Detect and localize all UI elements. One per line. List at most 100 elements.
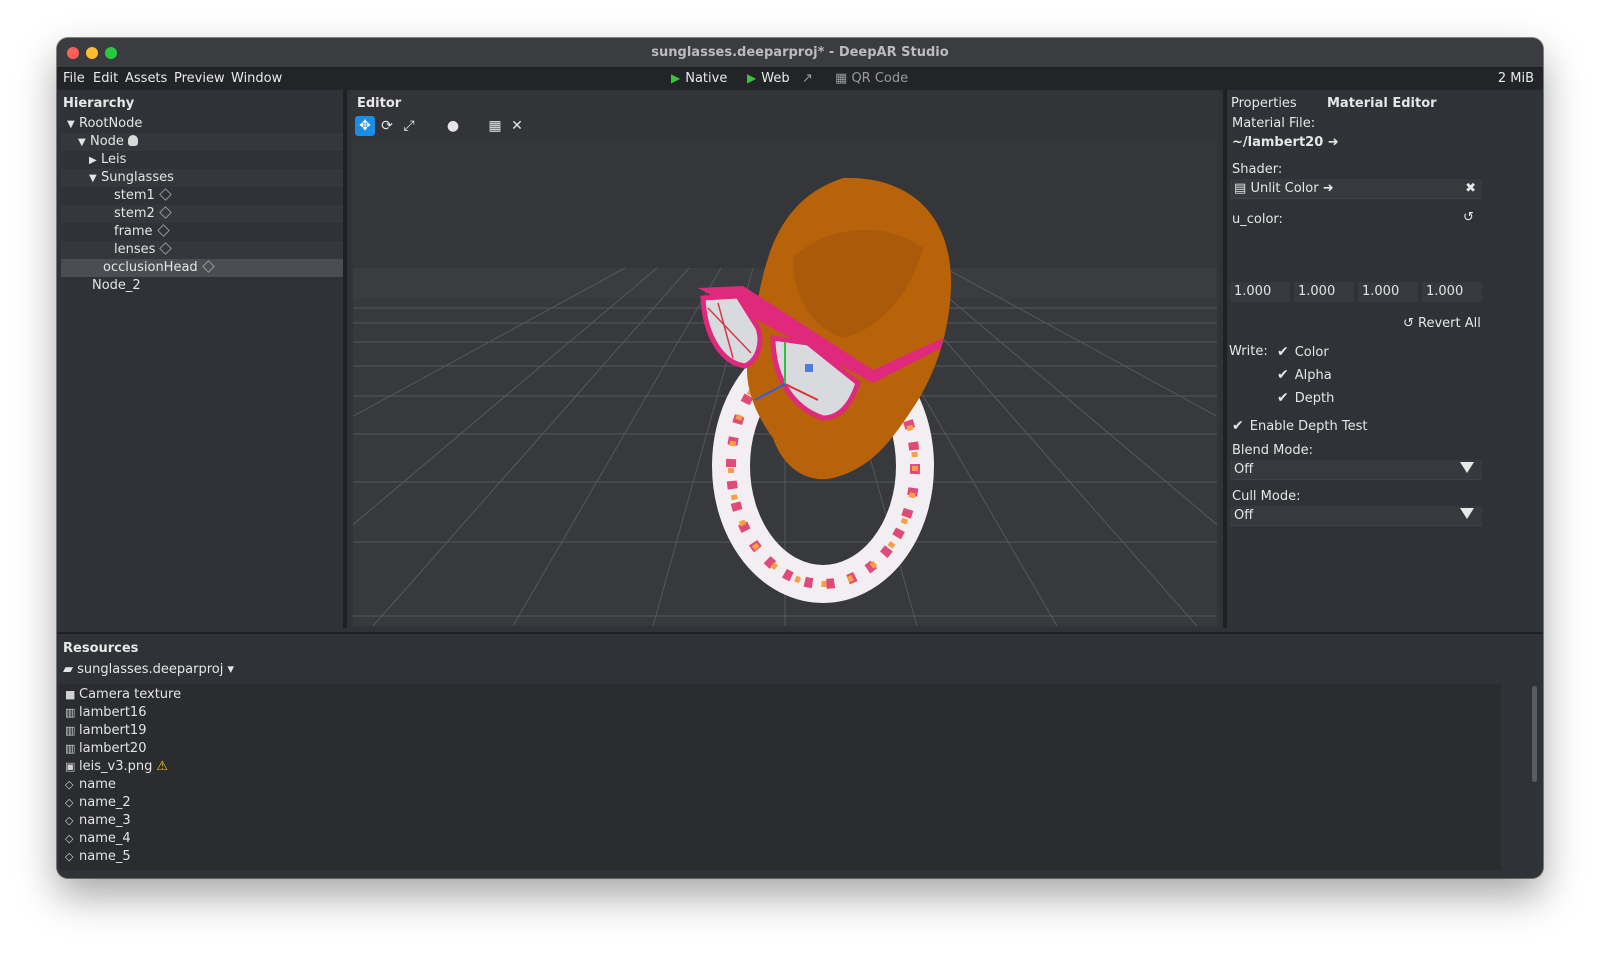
move-tool-icon[interactable]: ✥ xyxy=(355,116,375,136)
write-color-checkbox[interactable]: ✔ Color xyxy=(1277,344,1329,360)
mesh-icon: ◇ xyxy=(65,832,74,845)
resource-item[interactable]: ▥ lambert16 xyxy=(65,704,146,722)
run-web-button[interactable]: ▶ Web xyxy=(747,71,790,86)
resource-item[interactable]: ◇ name_4 xyxy=(65,830,131,848)
menu-preview[interactable]: Preview xyxy=(174,71,225,86)
camera-icon: ■ xyxy=(65,688,76,701)
resource-item[interactable]: ■ Camera texture xyxy=(65,686,181,704)
material-icon: ▥ xyxy=(65,706,76,719)
tree-item-rootnode[interactable]: ▼ RootNode xyxy=(61,115,343,133)
checkmark-icon: ✔ xyxy=(1277,367,1289,383)
tab-properties[interactable]: Properties xyxy=(1231,96,1297,111)
tree-item-stem1[interactable]: stem1 xyxy=(61,187,343,205)
caret-down-icon[interactable]: ▼ xyxy=(78,134,90,152)
u-color-label: u_color: xyxy=(1232,212,1283,227)
resources-list[interactable]: ■ Camera texture ▥ lambert16 ▥ lambert19 ▥ l… xyxy=(59,684,1501,870)
tree-item-lenses[interactable]: lenses xyxy=(61,241,343,259)
menu-assets[interactable]: Assets xyxy=(125,71,167,86)
u-color-r-field[interactable]: 1.000 xyxy=(1230,282,1290,302)
grid-icon[interactable]: ▦ xyxy=(485,116,505,136)
menu-window[interactable]: Window xyxy=(231,71,282,86)
caret-down-icon[interactable]: ▼ xyxy=(89,170,101,188)
warning-icon: ⚠ xyxy=(156,759,168,774)
tree-item-node[interactable]: ▼ Node xyxy=(61,133,343,151)
mesh-icon xyxy=(159,188,172,201)
dropdown-arrow-icon xyxy=(1460,508,1474,519)
tree-item-leis[interactable]: ▶ Leis xyxy=(61,151,343,169)
shader-field[interactable]: ▤ Unlit Color ➜ ✖ xyxy=(1230,179,1482,199)
menu-file[interactable]: File xyxy=(63,71,85,86)
resource-item[interactable]: ◇ name xyxy=(65,776,116,794)
play-icon: ▶ xyxy=(671,71,681,85)
editor-title: Editor xyxy=(357,96,402,111)
resource-item[interactable]: ▣ leis_v3.png ⚠ xyxy=(65,758,168,776)
mesh-icon xyxy=(201,260,215,273)
tree-item-occlusionhead[interactable]: occlusionHead xyxy=(61,259,343,277)
folder-open-icon: ▰ xyxy=(63,662,73,677)
scale-tool-icon[interactable]: ⤢ xyxy=(399,116,419,136)
memory-usage: 2 MiB xyxy=(1497,71,1534,86)
menu-edit[interactable]: Edit xyxy=(93,71,118,86)
material-file-link[interactable]: ~/lambert20 ➜ xyxy=(1232,135,1339,150)
globe-icon[interactable]: ● xyxy=(443,116,463,136)
title-bar: sunglasses.deeparproj* - DeepAR Studio xyxy=(57,38,1543,68)
run-native-button[interactable]: ▶ Native xyxy=(671,71,727,86)
menu-bar: File Edit Assets Preview Window ▶ Native … xyxy=(57,68,1543,90)
checkmark-icon: ✔ xyxy=(1232,418,1244,434)
caret-right-icon[interactable]: ▶ xyxy=(89,152,101,170)
resource-item[interactable]: ▥ lambert19 xyxy=(65,722,146,740)
undo-icon: ↺ xyxy=(1403,316,1414,331)
resource-item[interactable]: ◇ name_5 xyxy=(65,848,131,866)
3d-viewport[interactable] xyxy=(353,138,1217,626)
enable-depth-test-checkbox[interactable]: ✔ Enable Depth Test xyxy=(1232,418,1367,434)
u-color-b-field[interactable]: 1.000 xyxy=(1358,282,1418,302)
clear-shader-icon[interactable]: ✖ xyxy=(1465,179,1476,199)
caret-down-icon[interactable]: ▼ xyxy=(67,116,79,134)
resources-scrollbar[interactable] xyxy=(1532,686,1537,782)
u-color-a-field[interactable]: 1.000 xyxy=(1422,282,1482,302)
hierarchy-title: Hierarchy xyxy=(63,96,135,111)
reset-icon[interactable]: ↺ xyxy=(1463,210,1474,225)
revert-all-button[interactable]: ↺ Revert All xyxy=(1403,316,1481,331)
checkmark-icon: ✔ xyxy=(1277,344,1289,360)
mesh-icon xyxy=(156,224,170,237)
blend-mode-label: Blend Mode: xyxy=(1232,443,1313,458)
app-window: sunglasses.deeparproj* - DeepAR Studio F… xyxy=(57,38,1543,878)
pin-icon[interactable]: ✕ xyxy=(507,116,527,136)
write-depth-checkbox[interactable]: ✔ Depth xyxy=(1277,390,1334,406)
external-link-icon[interactable]: ↗ xyxy=(802,71,813,86)
editor-panel: Editor ✥ ⟳ ⤢ ● ▦ ✕ xyxy=(351,90,1219,628)
dropdown-arrow-icon xyxy=(1460,462,1474,473)
window-title: sunglasses.deeparproj* - DeepAR Studio xyxy=(651,45,949,60)
qr-code-button[interactable]: ▦ QR Code xyxy=(835,71,908,86)
material-icon: ▥ xyxy=(65,742,76,755)
arrow-right-circle-icon[interactable]: ➜ xyxy=(1328,135,1339,150)
blend-mode-select[interactable]: Off xyxy=(1230,460,1482,480)
tree-item-sunglasses[interactable]: ▼ Sunglasses xyxy=(61,169,343,187)
tree-item-node-2[interactable]: Node_2 xyxy=(61,277,343,295)
cull-mode-select[interactable]: Off xyxy=(1230,506,1482,526)
write-label: Write: xyxy=(1229,344,1268,359)
project-selector[interactable]: ▰ sunglasses.deeparproj ▾ xyxy=(63,662,234,677)
hierarchy-panel: Hierarchy ▼ RootNode ▼ Node ▶ Leis ▼ Sunglas… xyxy=(57,90,347,628)
tree-item-stem2[interactable]: stem2 xyxy=(61,205,343,223)
rotate-tool-icon[interactable]: ⟳ xyxy=(377,116,397,136)
shader-label: Shader: xyxy=(1232,162,1283,177)
write-alpha-checkbox[interactable]: ✔ Alpha xyxy=(1277,367,1332,383)
resources-title: Resources xyxy=(63,641,139,656)
mesh-icon: ◇ xyxy=(65,814,74,827)
arrow-right-circle-icon[interactable]: ➜ xyxy=(1323,181,1334,196)
resource-item[interactable]: ◇ name_3 xyxy=(65,812,131,830)
mesh-icon: ◇ xyxy=(65,850,74,863)
resource-item[interactable]: ▥ lambert20 xyxy=(65,740,146,758)
u-color-g-field[interactable]: 1.000 xyxy=(1294,282,1354,302)
tab-material-editor[interactable]: Material Editor xyxy=(1327,96,1437,111)
checkmark-icon: ✔ xyxy=(1277,390,1289,406)
tree-item-frame[interactable]: frame xyxy=(61,223,343,241)
qr-icon: ▦ xyxy=(835,71,848,86)
resource-item[interactable]: ◇ name_2 xyxy=(65,794,131,812)
skull-icon xyxy=(127,135,138,146)
mesh-icon: ◇ xyxy=(65,796,74,809)
cull-mode-label: Cull Mode: xyxy=(1232,489,1301,504)
mesh-icon xyxy=(159,206,172,219)
